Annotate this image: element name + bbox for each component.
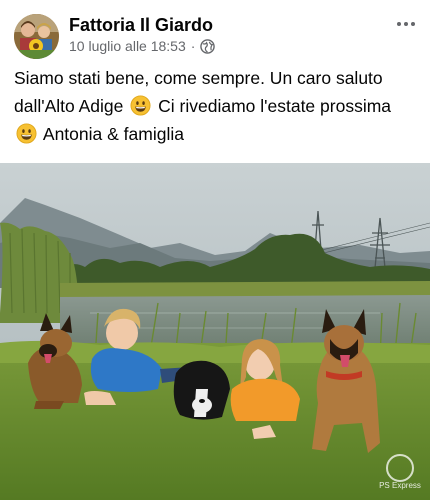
watermark: PS Express — [378, 454, 422, 490]
photo-family-dogs-lake — [0, 163, 430, 500]
page-avatar[interactable] — [14, 14, 59, 59]
post-photo[interactable]: PS Express — [0, 163, 430, 500]
post-text-line-2b: Ci rivediamo l'estate prossima — [158, 96, 392, 116]
facebook-post: Fattoria Il Giardo 10 luglio alle 18:53 … — [0, 0, 430, 500]
post-timestamp[interactable]: 10 luglio alle 18:53 — [69, 38, 186, 54]
avatar-image — [14, 14, 59, 59]
post-text-line-3: Antonia & famiglia — [42, 124, 184, 144]
page-name[interactable]: Fattoria Il Giardo — [69, 15, 213, 36]
post-text-line-2a: dall'Alto Adige — [14, 96, 124, 116]
watermark-logo-icon — [386, 454, 414, 482]
watermark-text: PS Express — [379, 481, 421, 490]
meta-separator: · — [190, 38, 196, 54]
post-meta: 10 luglio alle 18:53 · — [69, 38, 216, 54]
grinning-face-icon — [130, 95, 151, 116]
globe-icon — [200, 38, 216, 54]
more-options-button[interactable] — [392, 10, 420, 38]
more-dots-icon — [397, 22, 401, 26]
grinning-face-icon — [16, 123, 37, 144]
more-dots-icon — [404, 22, 408, 26]
post-text-line-1: Siamo stati bene, come sempre. Un caro s… — [14, 68, 383, 88]
post-text: Siamo stati bene, come sempre. Un caro s… — [14, 64, 424, 148]
more-dots-icon — [411, 22, 415, 26]
post-header: Fattoria Il Giardo 10 luglio alle 18:53 … — [0, 0, 430, 62]
